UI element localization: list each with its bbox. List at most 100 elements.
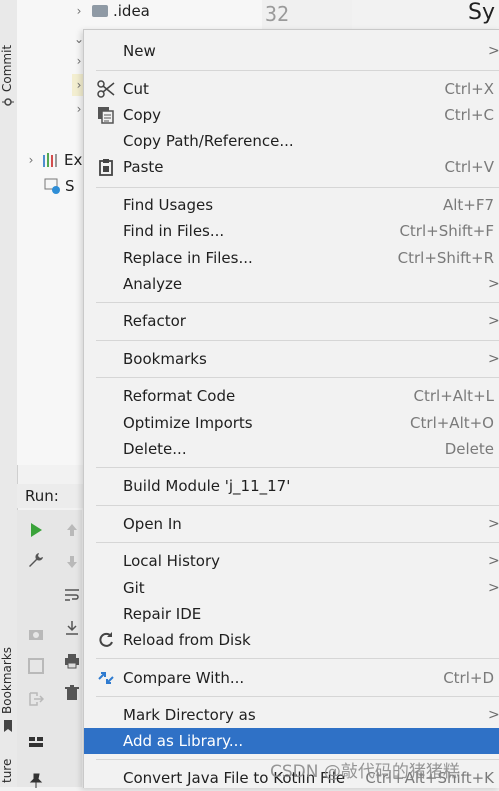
menu-item-shortcut: Ctrl+C — [444, 106, 494, 124]
camera-icon[interactable] — [28, 626, 44, 642]
menu-item-copy-path[interactable]: Copy Path/Reference... — [84, 128, 499, 154]
menu-item-shortcut: Ctrl+Shift+F — [399, 222, 494, 240]
menu-item-shortcut: Ctrl+X — [444, 80, 494, 98]
menu-item-shortcut: Ctrl+D — [443, 669, 494, 687]
arrow-up-icon[interactable] — [64, 522, 80, 538]
menu-item-refactor[interactable]: Refactor > — [84, 308, 499, 334]
tree-row[interactable]: › .idea — [72, 0, 150, 22]
soft-wrap-icon[interactable] — [64, 587, 80, 603]
menu-item-new[interactable]: New > — [84, 38, 499, 64]
chevron-right-icon: > — [488, 313, 499, 329]
layout-icon[interactable] — [28, 658, 44, 674]
chevron-right-icon: > — [488, 707, 499, 723]
menu-item-label: Git — [123, 579, 145, 597]
menu-item-compare-with[interactable]: Compare With... Ctrl+D — [84, 665, 499, 691]
tree-row[interactable]: › Ex — [24, 149, 83, 171]
menu-separator — [96, 340, 499, 341]
line-number: 32 — [265, 2, 290, 26]
tree-row-label: .idea — [113, 2, 150, 20]
tree-row[interactable]: S — [44, 175, 75, 197]
arrow-down-icon[interactable] — [64, 554, 80, 570]
menu-item-shortcut: Ctrl+Shift+R — [397, 249, 494, 267]
menu-item-shortcut: Alt+F7 — [442, 196, 494, 214]
chevron-right-icon: > — [488, 43, 499, 59]
run-icon[interactable] — [28, 522, 44, 538]
left-tool-strip: Commit Bookmarks ture — [0, 0, 18, 787]
menu-separator — [96, 377, 499, 378]
editor-text-fragment: Sy — [468, 0, 495, 25]
menu-item-local-history[interactable]: Local History > — [84, 548, 499, 574]
commit-icon — [2, 98, 14, 106]
menu-item-delete[interactable]: Delete... Delete — [84, 436, 499, 462]
menu-item-label: Analyze — [123, 275, 183, 293]
menu-item-shortcut: Ctrl+V — [444, 158, 494, 176]
chevron-right-icon: > — [488, 276, 499, 292]
menu-item-find-in-files[interactable]: Find in Files... Ctrl+Shift+F — [84, 218, 499, 244]
scroll-to-end-icon[interactable] — [64, 620, 80, 636]
menu-item-reload-from-disk[interactable]: Reload from Disk — [84, 627, 499, 653]
menu-separator — [96, 542, 499, 543]
wrench-icon[interactable] — [28, 552, 44, 568]
menu-item-replace-in-files[interactable]: Replace in Files... Ctrl+Shift+R — [84, 245, 499, 271]
menu-item-analyze[interactable]: Analyze > — [84, 271, 499, 297]
folder-icon — [92, 5, 108, 17]
chevron-right-icon: > — [488, 351, 499, 367]
menu-item-shortcut: Delete — [444, 440, 494, 458]
scratches-icon — [44, 178, 60, 194]
exit-icon[interactable] — [28, 691, 44, 707]
run-label: Run: — [25, 487, 59, 505]
chevron-right-icon: > — [488, 580, 499, 596]
menu-separator — [96, 696, 499, 697]
structure-tab[interactable]: ture — [0, 755, 17, 787]
bookmarks-tab[interactable]: Bookmarks — [0, 640, 17, 720]
context-menu: New > Cut Ctrl+X Copy Ctrl+C Copy Path/R… — [83, 29, 499, 788]
print-icon[interactable] — [64, 653, 80, 669]
menu-item-label: Reload from Disk — [123, 631, 251, 649]
menu-separator — [96, 187, 499, 188]
menu-item-copy[interactable]: Copy Ctrl+C — [84, 102, 499, 128]
commit-tab[interactable]: Commit — [0, 38, 17, 98]
grid-icon[interactable] — [28, 734, 44, 750]
tree-row-label: S — [65, 177, 75, 195]
menu-item-label: Bookmarks — [123, 350, 207, 368]
menu-item-label: Local History — [123, 552, 221, 570]
bookmark-icon — [4, 720, 12, 732]
menu-item-label: Open In — [123, 515, 182, 533]
reload-icon — [97, 631, 115, 649]
chevron-right-icon: › — [76, 4, 82, 18]
menu-item-repair-ide[interactable]: Repair IDE — [84, 601, 499, 627]
chevron-right-icon: > — [488, 516, 499, 532]
menu-item-git[interactable]: Git > — [84, 575, 499, 601]
menu-item-cut[interactable]: Cut Ctrl+X — [84, 76, 499, 102]
menu-item-shortcut: Ctrl+Alt+L — [413, 387, 495, 405]
menu-item-label: Repair IDE — [123, 605, 202, 623]
menu-separator — [96, 467, 499, 468]
menu-item-optimize-imports[interactable]: Optimize Imports Ctrl+Alt+O — [84, 410, 499, 436]
chevron-right-icon: > — [488, 553, 499, 569]
menu-item-label: Copy Path/Reference... — [123, 132, 294, 150]
watermark: CSDN @敲代码的猪猪糕 — [270, 762, 460, 782]
menu-item-label: Refactor — [123, 312, 186, 330]
libraries-icon — [43, 153, 57, 167]
menu-item-label: Add as Library... — [123, 732, 244, 750]
menu-separator — [96, 302, 499, 303]
menu-item-add-as-library[interactable]: Add as Library... — [84, 728, 499, 754]
menu-separator — [96, 70, 499, 71]
menu-item-label: Mark Directory as — [123, 706, 256, 724]
chevron-right-icon: › — [28, 153, 34, 167]
menu-item-find-usages[interactable]: Find Usages Alt+F7 — [84, 192, 499, 218]
menu-item-bookmarks[interactable]: Bookmarks > — [84, 346, 499, 372]
trash-icon[interactable] — [64, 685, 80, 701]
menu-item-paste[interactable]: Paste Ctrl+V — [84, 154, 499, 180]
menu-item-label: Build Module 'j_11_17' — [123, 477, 291, 495]
menu-item-open-in[interactable]: Open In > — [84, 511, 499, 537]
menu-item-shortcut: Ctrl+Alt+O — [410, 414, 494, 432]
menu-item-build-module[interactable]: Build Module 'j_11_17' — [84, 473, 499, 499]
menu-separator — [96, 505, 499, 506]
menu-item-mark-directory-as[interactable]: Mark Directory as > — [84, 702, 499, 728]
tree-row-label: Ex — [64, 151, 83, 169]
menu-item-label: New — [123, 42, 156, 60]
menu-item-reformat-code[interactable]: Reformat Code Ctrl+Alt+L — [84, 383, 499, 409]
run-toolbar — [17, 510, 82, 788]
menu-separator — [96, 658, 499, 659]
